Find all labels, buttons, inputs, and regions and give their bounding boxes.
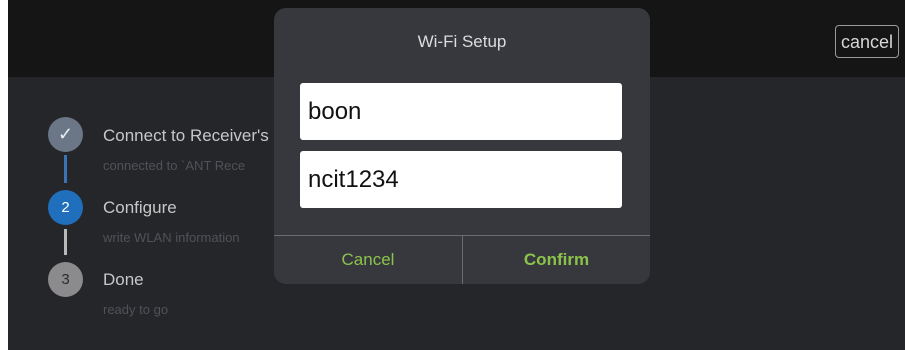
step-2-number-badge: 2 [48, 190, 83, 225]
step-1-subtitle: connected to `ANT Rece [103, 158, 246, 173]
ssid-field[interactable]: boon [300, 83, 622, 140]
step-1-title: Connect to Receiver's [103, 126, 269, 145]
password-field[interactable]: ncit1234 [300, 151, 622, 208]
app-screen: cancel ✓ Connect to Receiver's connected… [8, 0, 905, 350]
step-connector-line [64, 229, 67, 255]
step-3-subtitle: ready to go [103, 302, 169, 317]
step-connector-line [64, 155, 67, 183]
dialog-cancel-button[interactable]: Cancel [274, 236, 462, 284]
step-3-number-badge: 3 [48, 262, 83, 297]
wifi-setup-dialog: Wi-Fi Setup boon ncit1234 Cancel Confirm [274, 8, 650, 284]
step-3-title: Done [103, 270, 144, 289]
step-2-title: Configure [103, 198, 177, 217]
cancel-button[interactable]: cancel [834, 25, 899, 58]
dialog-title: Wi-Fi Setup [417, 32, 507, 51]
step-1-check-icon: ✓ [48, 117, 83, 152]
step-2-subtitle: write WLAN information [103, 230, 240, 245]
dialog-confirm-button[interactable]: Confirm [463, 236, 650, 284]
